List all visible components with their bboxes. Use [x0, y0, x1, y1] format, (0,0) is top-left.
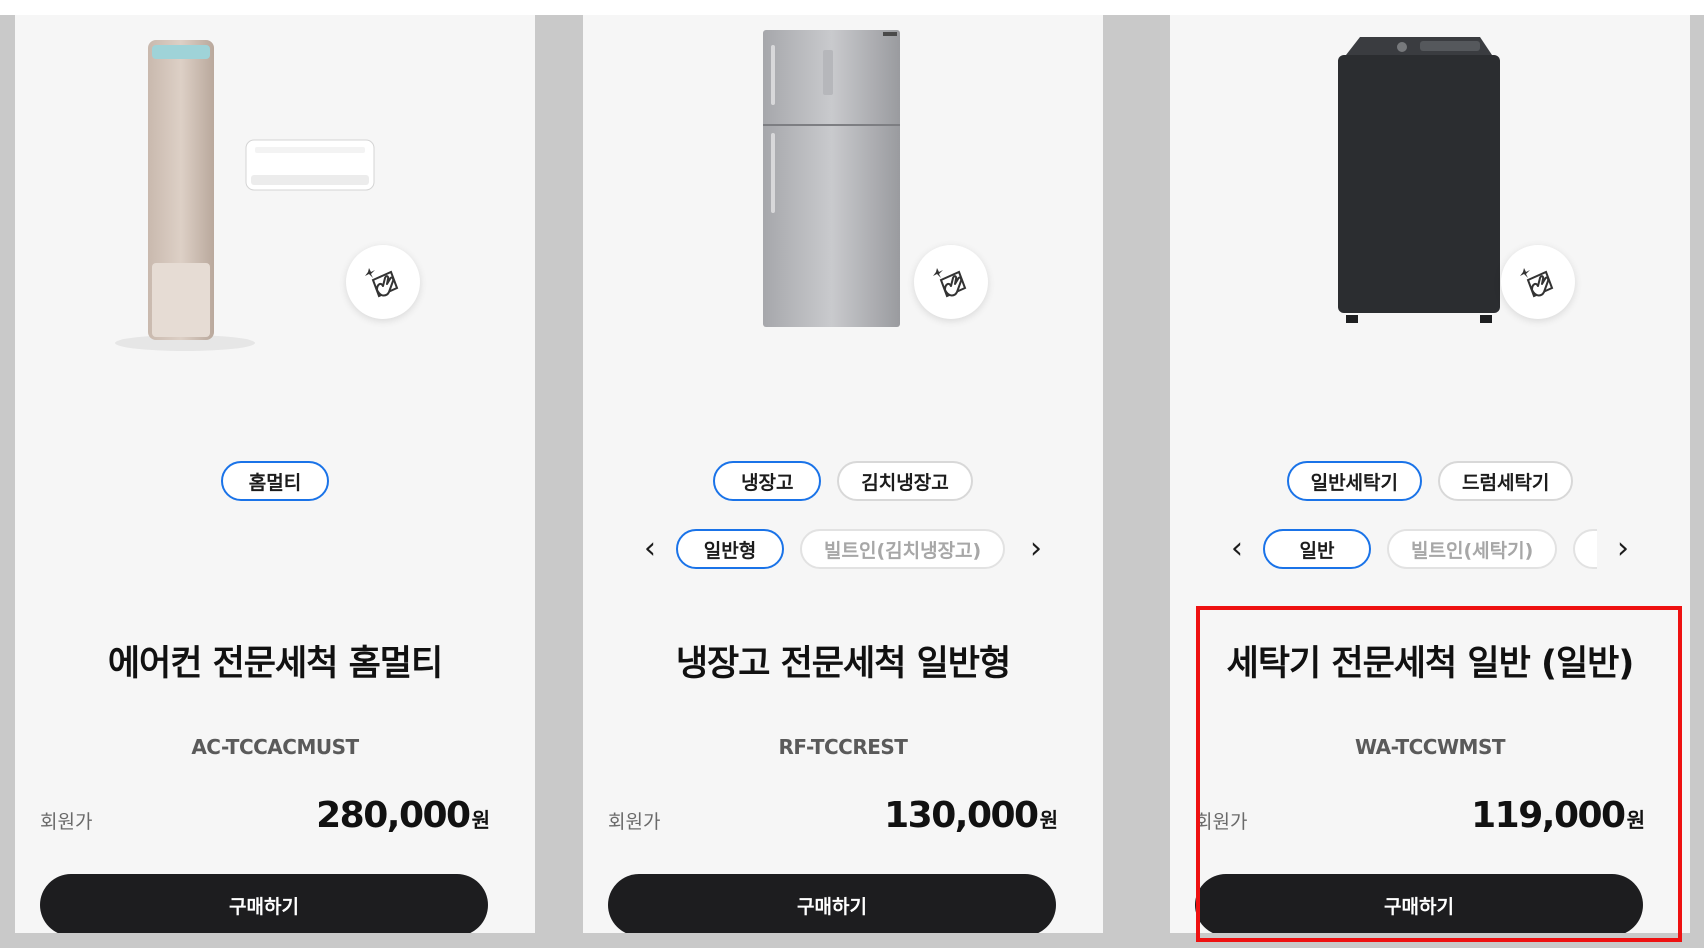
product-title: 냉장고 전문세척 일반형	[675, 644, 1011, 684]
price-amount: 119,000	[1471, 795, 1626, 836]
model-number: AC-TCCACMUST	[191, 735, 359, 759]
cleaning-hand-icon	[933, 268, 967, 298]
subtype-chip-track: 일반형 빌트인(김치냉장고) 2	[676, 528, 1010, 570]
price-amount: 280,000	[316, 795, 471, 836]
washer-image	[1170, 15, 1690, 375]
top-strip	[0, 0, 1704, 15]
subtype-chip-track: 일반 빌트인(세탁기) 2	[1263, 528, 1597, 570]
chip-drum-washer[interactable]: 드럼세탁기	[1438, 461, 1574, 501]
refrigerator-image	[583, 15, 1103, 375]
category-chips: 홈멀티	[15, 461, 535, 501]
price-label: 회원가	[40, 811, 93, 833]
buy-button[interactable]: 구매하기	[1195, 874, 1643, 933]
chip-homemulti[interactable]: 홈멀티	[221, 461, 329, 501]
subtype-carousel: ‹ 일반형 빌트인(김치냉장고) 2 ›	[638, 528, 1048, 570]
chip-general[interactable]: 일반형	[676, 529, 784, 569]
buy-button[interactable]: 구매하기	[40, 874, 488, 933]
price-amount: 130,000	[884, 795, 1039, 836]
chip-refrigerator[interactable]: 냉장고	[713, 461, 822, 501]
chevron-right-icon[interactable]: ›	[1024, 528, 1048, 570]
chevron-right-icon[interactable]: ›	[1611, 528, 1635, 570]
price-currency: 원	[471, 808, 490, 832]
price: 280,000 원	[316, 795, 490, 836]
product-title: 세탁기 전문세척 일반 (일반)	[1226, 644, 1635, 684]
category-chips: 냉장고 김치냉장고	[583, 461, 1103, 501]
cleaning-service-badge	[346, 245, 420, 319]
chip-kimchi-refrigerator[interactable]: 김치냉장고	[837, 461, 973, 501]
chip-more[interactable]: 2	[1573, 529, 1597, 569]
price-label: 회원가	[1195, 811, 1248, 833]
subtype-carousel: ‹ 일반 빌트인(세탁기) 2 ›	[1225, 528, 1635, 570]
chip-builtin-washer[interactable]: 빌트인(세탁기)	[1387, 529, 1558, 569]
cleaning-service-badge	[914, 245, 988, 319]
price-currency: 원	[1039, 808, 1058, 832]
chip-builtin-kimchi[interactable]: 빌트인(김치냉장고)	[800, 529, 1006, 569]
price-label: 회원가	[608, 811, 661, 833]
chevron-left-icon[interactable]: ‹	[1225, 528, 1249, 570]
price: 119,000 원	[1471, 795, 1645, 836]
buy-button[interactable]: 구매하기	[608, 874, 1056, 933]
chip-general[interactable]: 일반	[1263, 529, 1371, 569]
product-card-refrigerator: 냉장고 김치냉장고 ‹ 일반형 빌트인(김치냉장고) 2 › 냉장고 전문세척 …	[583, 15, 1103, 933]
price: 130,000 원	[884, 795, 1058, 836]
cleaning-hand-icon	[1520, 268, 1554, 298]
cleaning-hand-icon	[365, 268, 399, 298]
cleaning-service-badge	[1501, 245, 1575, 319]
model-number: WA-TCCWMST	[1354, 735, 1506, 759]
chip-top-load-washer[interactable]: 일반세탁기	[1286, 461, 1422, 501]
price-currency: 원	[1626, 808, 1645, 832]
product-card-washer: 일반세탁기 드럼세탁기 ‹ 일반 빌트인(세탁기) 2 › 세탁기 전문세척 일…	[1170, 15, 1690, 933]
product-title: 에어컨 전문세척 홈멀티	[107, 644, 443, 684]
chevron-left-icon[interactable]: ‹	[638, 528, 662, 570]
category-chips: 일반세탁기 드럼세탁기	[1170, 461, 1690, 501]
product-card-aircon: 홈멀티 에어컨 전문세척 홈멀티 AC-TCCACMUST 회원가 280,00…	[15, 15, 535, 933]
model-number: RF-TCCREST	[778, 735, 908, 759]
aircon-image	[15, 15, 535, 375]
